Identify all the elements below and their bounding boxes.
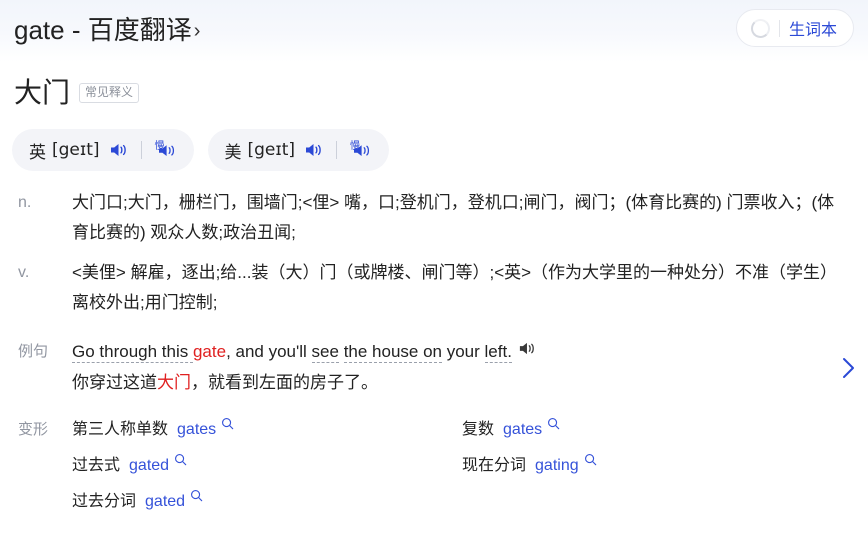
- headword-text: 大门: [14, 77, 71, 108]
- inflection-item: 第三人称单数 gates: [72, 412, 462, 448]
- slow-speaker-icon[interactable]: 慢: [350, 141, 372, 159]
- result-title-text: gate - 百度翻译: [14, 15, 192, 45]
- result-header: gate - 百度翻译 › 生词本: [0, 0, 868, 62]
- search-icon[interactable]: [190, 489, 203, 502]
- phonetic-region-uk: 英: [29, 142, 46, 162]
- chevron-right-icon: ›: [193, 20, 201, 42]
- inflection-value[interactable]: gates: [503, 412, 542, 448]
- search-icon[interactable]: [547, 417, 560, 430]
- inflection-value[interactable]: gated: [145, 484, 185, 520]
- vocabulary-book-label: 生词本: [788, 22, 837, 39]
- example-segment: [339, 342, 344, 361]
- inflection-item: 现在分词 gating: [462, 448, 868, 484]
- phonetic-pill-uk[interactable]: 英 [geɪt] 慢: [12, 129, 194, 171]
- definition-row: v. <美俚> 解雇，逐出;给...装（大）门（或牌楼、闸门等）;<英>（作为大…: [0, 258, 868, 318]
- definitions-list: n. 大门口;大门，栅栏门，围墙门;<俚> 嘴，口;登机门，登机口;闸门，阀门；…: [0, 188, 868, 328]
- inflection-value[interactable]: gates: [177, 412, 216, 448]
- inflection-name: 复数: [462, 421, 495, 438]
- example-sentence-block: 例句 Go through this gate, and you'll see …: [0, 338, 868, 398]
- inflection-name: 过去式: [72, 457, 121, 474]
- speaker-icon[interactable]: [303, 141, 323, 159]
- inflection-name: 第三人称单数: [72, 421, 169, 438]
- example-body: Go through this gate, and you'll see the…: [72, 338, 828, 398]
- phonetic-divider: [140, 141, 142, 159]
- example-segment: , and you'll: [226, 342, 312, 361]
- example-segment: Go through this: [72, 342, 193, 363]
- inflection-value[interactable]: gated: [129, 448, 169, 484]
- speaker-icon[interactable]: [517, 340, 536, 357]
- slow-label: 慢: [350, 141, 360, 152]
- phonetic-pill-us[interactable]: 美 [geɪt] 慢: [207, 129, 389, 171]
- inflection-item: 复数 gates: [462, 412, 868, 448]
- speaker-icon[interactable]: [108, 141, 128, 159]
- phonetic-ipa-us: [geɪt]: [247, 140, 296, 160]
- example-segment-zh: 你穿过这道: [72, 373, 157, 392]
- definition-text: 大门口;大门，栅栏门，围墙门;<俚> 嘴，口;登机门，登机口;闸门，阀门；(体育…: [72, 193, 835, 242]
- inflection-item: 过去式 gated: [72, 448, 462, 484]
- search-icon[interactable]: [221, 417, 234, 430]
- inflections-label: 变形: [18, 421, 49, 438]
- part-of-speech: n.: [18, 194, 32, 211]
- example-chinese-line: 你穿过这道大门，就看到左面的房子了。: [72, 368, 820, 398]
- example-english-line: Go through this gate, and you'll see the…: [72, 338, 820, 366]
- phonetic-region-us: 美: [224, 142, 242, 162]
- example-keyword-zh: 大门: [157, 373, 191, 392]
- example-segment: see: [311, 342, 339, 363]
- example-segment-zh: ，就看到左面的房子了。: [191, 373, 378, 392]
- example-keyword: gate: [192, 342, 227, 361]
- example-segment: left.: [484, 342, 512, 363]
- inflections-grid: 第三人称单数 gates 复数 gates 过去式 gated 现在分词 gat…: [72, 412, 868, 520]
- definition-text: <美俚> 解雇，逐出;给...装（大）门（或牌楼、闸门等）;<英>（作为大学里的…: [72, 263, 838, 312]
- example-segment: the house on: [343, 342, 442, 363]
- part-of-speech: v.: [18, 264, 30, 281]
- phonetic-ipa-uk: [geɪt]: [52, 140, 100, 160]
- phonetics-row: 英 [geɪt] 慢 美 [geɪt] 慢: [12, 129, 389, 171]
- search-icon[interactable]: [584, 453, 597, 466]
- example-segment: your: [442, 342, 485, 361]
- inflection-value[interactable]: gating: [535, 448, 579, 484]
- vocabulary-book-button[interactable]: 生词本: [735, 9, 854, 47]
- chevron-right-icon[interactable]: [828, 338, 868, 398]
- slow-label: 慢: [154, 141, 165, 152]
- pill-divider: [778, 19, 780, 37]
- result-title-link[interactable]: gate - 百度翻译 ›: [14, 13, 200, 48]
- headword-row: 大门 常见释义: [14, 76, 140, 110]
- inflections-block: 变形 第三人称单数 gates 复数 gates 过去式 gated 现在分词 …: [0, 412, 868, 520]
- example-english-text: Go through this gate, and you'll see the…: [72, 342, 512, 363]
- example-label: 例句: [18, 343, 49, 360]
- search-icon[interactable]: [174, 453, 187, 466]
- slow-speaker-icon[interactable]: 慢: [155, 141, 177, 159]
- inflection-item: 过去分词 gated: [72, 484, 462, 520]
- inflection-name: 过去分词: [72, 493, 137, 510]
- loading-spinner-icon: [750, 18, 770, 38]
- common-meaning-badge: 常见释义: [79, 83, 140, 103]
- inflection-name: 现在分词: [462, 457, 527, 474]
- phonetic-divider: [336, 141, 337, 159]
- definition-row: n. 大门口;大门，栅栏门，围墙门;<俚> 嘴，口;登机门，登机口;闸门，阀门；…: [0, 188, 868, 248]
